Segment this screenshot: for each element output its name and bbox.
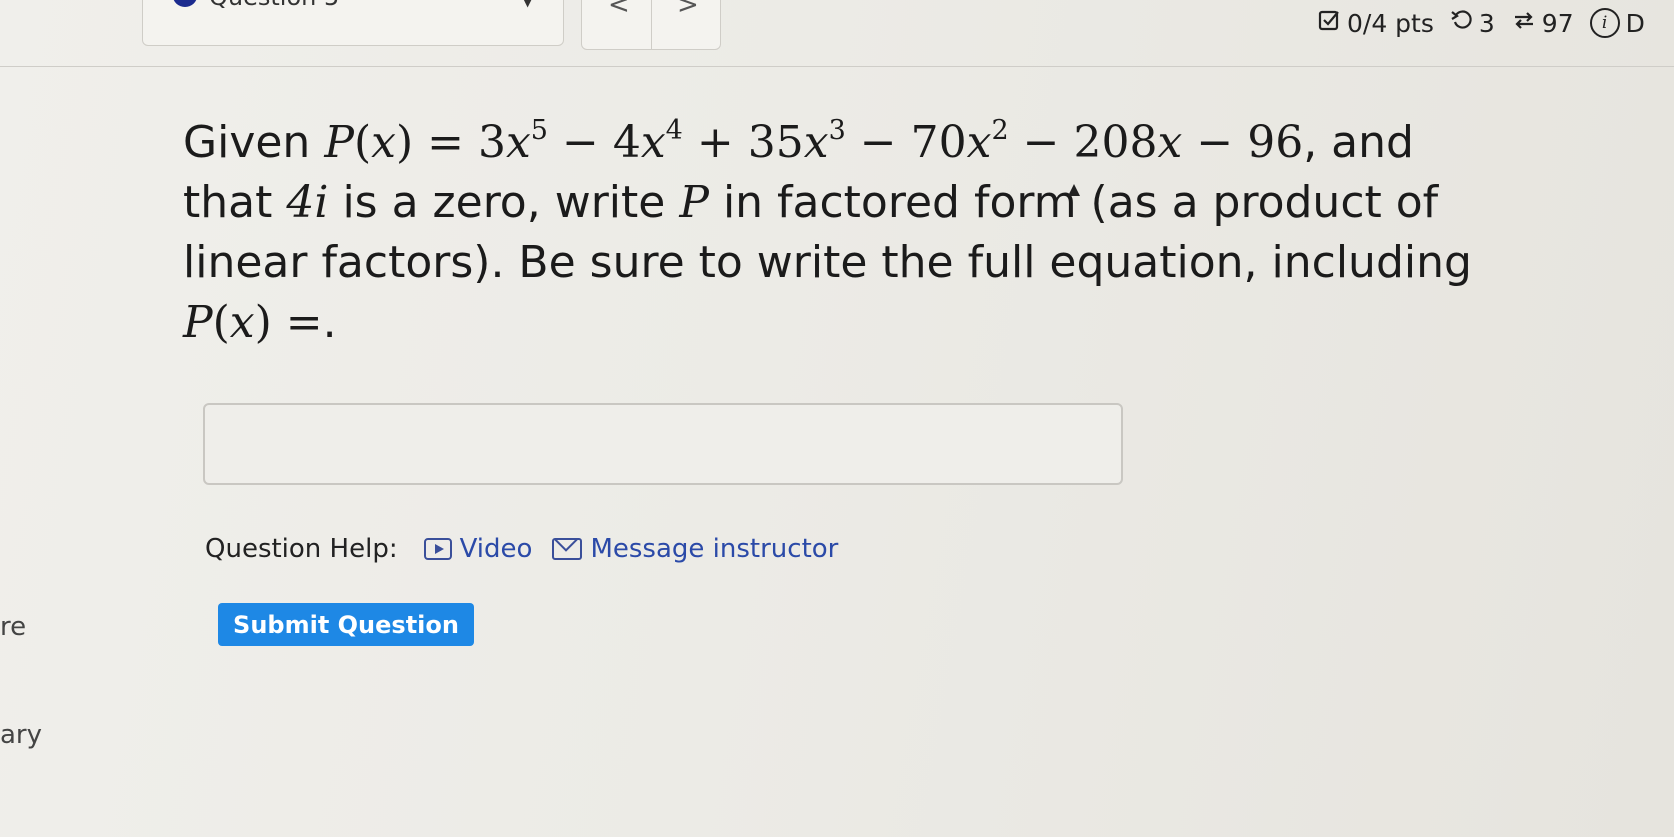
details-link-fragment[interactable]: D xyxy=(1626,9,1645,38)
polynomial-equation: P(x) = 3x5 − 4x4 + 35x3 − 70x2 − 208x − … xyxy=(324,115,1304,168)
question-status-dot xyxy=(173,0,197,7)
submit-question-button[interactable]: Submit Question xyxy=(218,603,474,646)
attempts-icon xyxy=(1511,8,1537,38)
nav-divider xyxy=(651,0,652,49)
info-icon[interactable]: i xyxy=(1589,8,1620,38)
score-area: 0/4 pts 3 97 i D xyxy=(1318,6,1645,40)
video-icon xyxy=(423,538,452,560)
mail-icon xyxy=(552,538,583,560)
retry-icon xyxy=(1450,8,1474,38)
sidebar-fragment-2[interactable]: ary xyxy=(0,720,42,750)
question-selector-label: Question 5 xyxy=(209,0,339,9)
sidebar-fragment-1[interactable]: re xyxy=(0,612,26,642)
video-help-link[interactable]: Video xyxy=(423,534,533,564)
question-text: Given P(x) = 3x5 − 4x4 + 35x3 − 70x2 − 2… xyxy=(183,113,1583,353)
message-instructor-label: Message instructor xyxy=(590,534,839,564)
caret-down-icon: ▼ xyxy=(523,0,533,9)
question-line-1: Given P(x) = 3x5 − 4x4 + 35x3 − 70x2 − 2… xyxy=(183,115,1414,168)
question-word: Given xyxy=(183,117,311,168)
retries-count: 3 xyxy=(1478,8,1495,38)
next-question-button[interactable]: > xyxy=(677,0,699,19)
message-instructor-link[interactable]: Message instructor xyxy=(552,534,838,564)
score-text: 0/4 pts xyxy=(1347,8,1434,38)
question-line-2: that 4i is a zero, write P in factored f… xyxy=(183,177,1439,228)
top-bar: Question 5 ▼ < > 0/4 pts 3 97 xyxy=(0,0,1674,67)
question-line-4: P(x) =. xyxy=(183,297,337,348)
attempts-count: 97 xyxy=(1541,8,1574,38)
checkbox-edit-icon xyxy=(1318,8,1342,38)
answer-input[interactable] xyxy=(203,403,1123,485)
equation-prefix: P(x) = xyxy=(183,297,323,348)
question-help-row: Question Help: Video Message instructor xyxy=(205,529,858,569)
question-line-3: linear factors). Be sure to write the fu… xyxy=(183,237,1472,288)
question-help-label: Question Help: xyxy=(205,534,398,564)
polynomial-name: P xyxy=(679,177,709,228)
question-selector[interactable]: Question 5 ▼ xyxy=(142,0,564,46)
zero-value: 4i xyxy=(286,177,329,228)
mouse-cursor-icon xyxy=(1068,184,1080,196)
question-nav-group: < > xyxy=(581,0,721,50)
previous-question-button[interactable]: < xyxy=(608,0,630,19)
video-link-label: Video xyxy=(459,534,533,564)
